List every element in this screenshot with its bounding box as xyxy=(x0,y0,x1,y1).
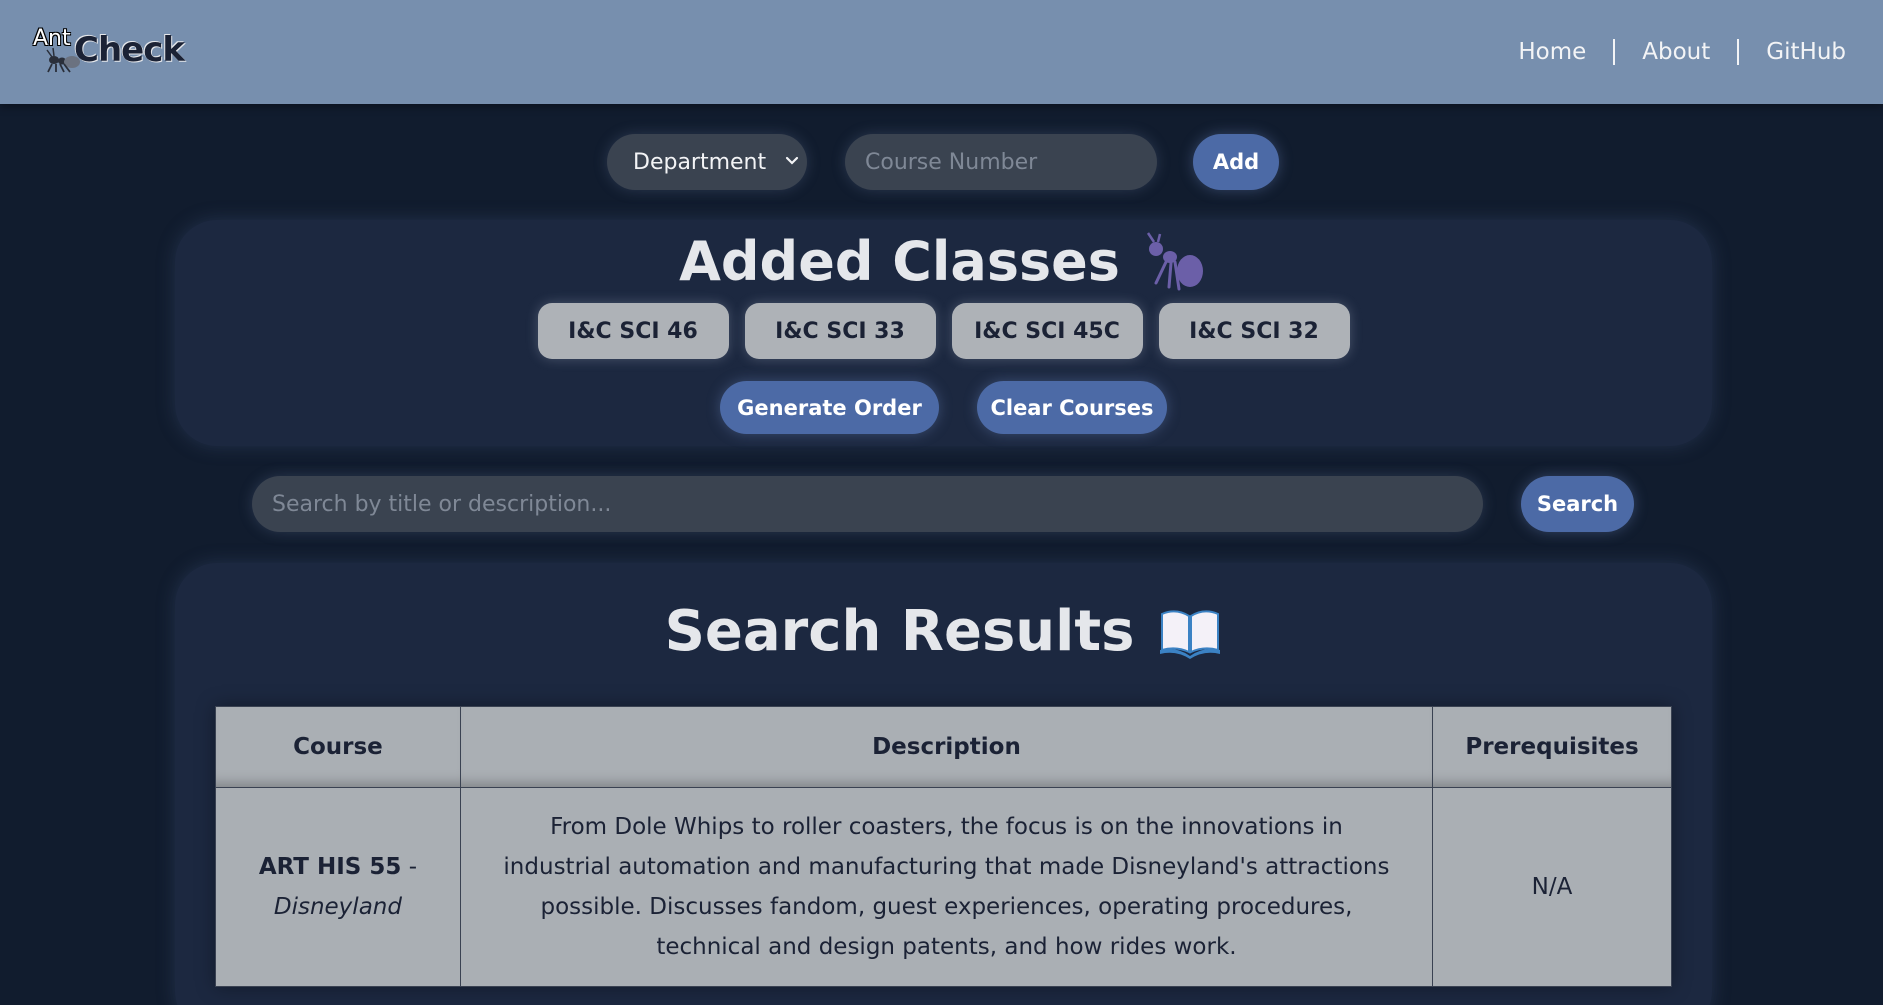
prerequisites-cell: N/A xyxy=(1432,787,1672,987)
table-row[interactable]: ART HIS 55 - Disneyland From Dole Whips … xyxy=(215,787,1672,987)
search-results-heading: Search Results xyxy=(175,599,1712,664)
added-classes-heading: Added Classes xyxy=(175,230,1712,293)
search-input[interactable] xyxy=(252,476,1483,532)
table-header-row: Course Description Prerequisites xyxy=(215,706,1672,788)
nav-github-link[interactable]: GitHub xyxy=(1739,39,1873,65)
nav-home-link[interactable]: Home xyxy=(1491,39,1613,65)
column-header-description: Description xyxy=(459,706,1434,788)
course-name: Disneyland xyxy=(273,894,402,920)
added-classes-panel: Added Classes I&C SCI 46 I&C SCI 33 I&C … xyxy=(175,220,1712,446)
department-select-value: Department xyxy=(633,149,767,175)
chevron-down-icon xyxy=(785,156,799,165)
nav-about-link[interactable]: About xyxy=(1615,39,1737,65)
description-cell: From Dole Whips to roller coasters, the … xyxy=(459,787,1434,987)
ant-icon xyxy=(1146,231,1203,290)
clear-courses-button[interactable]: Clear Courses xyxy=(977,381,1167,434)
course-cell: ART HIS 55 - Disneyland xyxy=(215,787,461,987)
column-header-course: Course xyxy=(215,706,461,788)
course-chip[interactable]: I&C SCI 46 xyxy=(537,303,729,359)
search-results-title: Search Results xyxy=(664,599,1135,664)
logo-check-text: Check xyxy=(74,30,185,70)
course-code: ART HIS 55 xyxy=(258,854,402,880)
search-button[interactable]: Search xyxy=(1521,476,1634,532)
search-results-panel: Search Results Course Description Prereq… xyxy=(175,563,1712,1005)
antcheck-logo[interactable]: Ant Check xyxy=(30,22,185,82)
column-header-prerequisites: Prerequisites xyxy=(1432,706,1672,788)
add-course-row: Department Add xyxy=(0,134,1883,190)
department-select[interactable]: Department xyxy=(607,134,807,190)
results-table: Course Description Prerequisites ART HIS… xyxy=(215,706,1672,987)
navbar: Ant Check Home About GitHub xyxy=(0,0,1883,104)
add-course-button[interactable]: Add xyxy=(1193,134,1279,190)
course-separator: - xyxy=(401,854,418,880)
generate-order-button[interactable]: Generate Order xyxy=(720,381,939,434)
added-course-list: I&C SCI 46 I&C SCI 33 I&C SCI 45C I&C SC… xyxy=(175,303,1712,359)
course-chip[interactable]: I&C SCI 33 xyxy=(744,303,936,359)
course-chip[interactable]: I&C SCI 32 xyxy=(1158,303,1350,359)
added-classes-actions: Generate Order Clear Courses xyxy=(175,381,1712,434)
course-number-input[interactable] xyxy=(845,134,1157,190)
nav-links: Home About GitHub xyxy=(1491,39,1873,65)
open-book-icon xyxy=(1160,609,1221,659)
course-chip[interactable]: I&C SCI 45C xyxy=(951,303,1143,359)
added-classes-title: Added Classes xyxy=(679,230,1120,293)
